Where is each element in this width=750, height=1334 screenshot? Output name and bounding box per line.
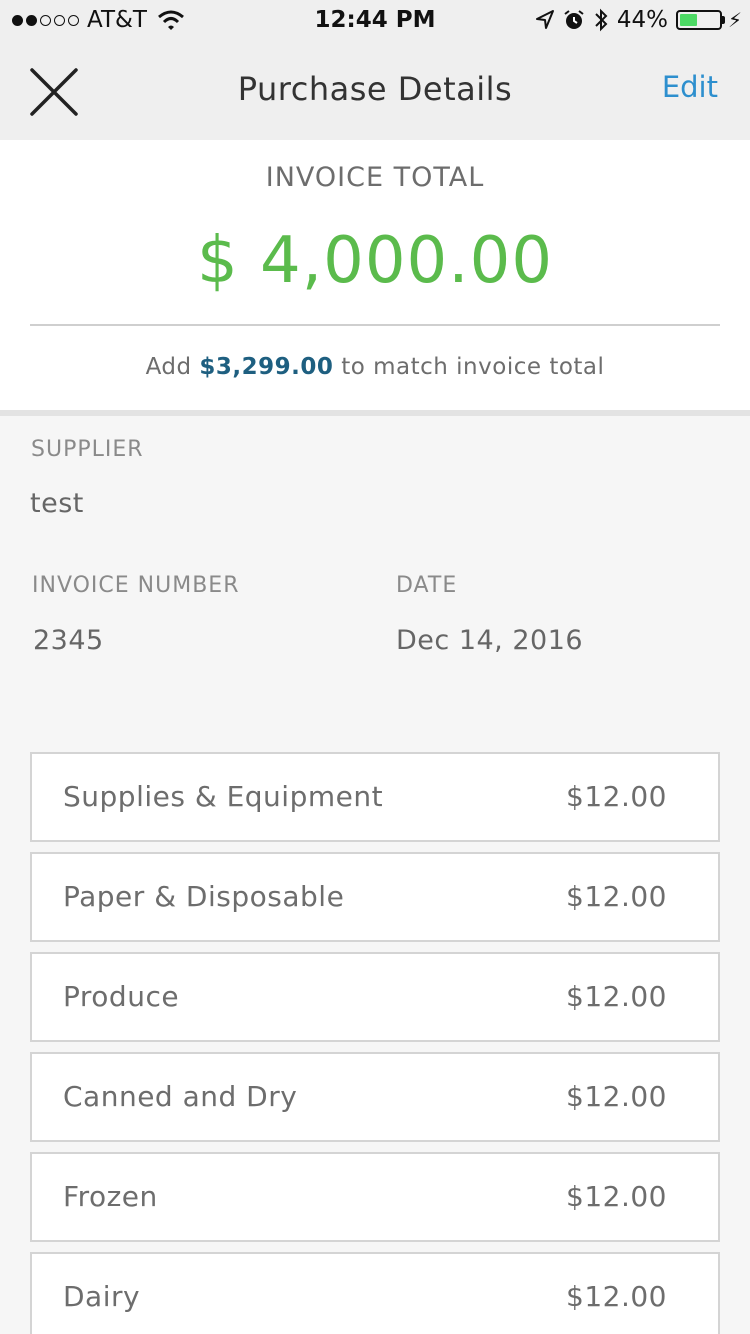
line-item-name: Frozen [63, 1180, 158, 1213]
line-item-price: $12.00 [566, 1080, 667, 1113]
edit-button[interactable]: Edit [662, 70, 718, 104]
supplier-value: test [30, 488, 84, 519]
invoice-total-amount: $ 4,000.00 [196, 224, 554, 298]
line-item-price: $12.00 [566, 880, 667, 913]
alarm-icon [564, 10, 584, 29]
match-invoice-message: Add $3,299.00 to match invoice total [0, 354, 750, 380]
line-item-name: Paper & Disposable [63, 880, 345, 913]
status-bar: AT&T 12:44 PM 44% ⚡ [0, 0, 750, 40]
line-item-price: $12.00 [566, 780, 667, 813]
battery-percent: 44% [616, 7, 668, 33]
date-label: DATE [396, 573, 458, 598]
line-item-name: Supplies & Equipment [63, 780, 384, 813]
match-prefix: Add [145, 354, 192, 380]
date-value: Dec 14, 2016 [396, 625, 584, 656]
nav-bar: Purchase Details Edit [0, 40, 750, 140]
status-right: 44% ⚡ [535, 7, 742, 33]
match-suffix: to match invoice total [341, 354, 605, 380]
invoice-number-value: 2345 [33, 625, 104, 656]
line-item[interactable]: Paper & Disposable $12.00 [30, 852, 720, 942]
page-title: Purchase Details [237, 70, 513, 108]
bluetooth-icon [595, 8, 608, 32]
line-item[interactable]: Supplies & Equipment $12.00 [30, 752, 720, 842]
line-item-price: $12.00 [566, 1280, 667, 1313]
card-separator [0, 410, 750, 416]
invoice-number-label: INVOICE NUMBER [32, 573, 240, 598]
line-item-name: Produce [63, 980, 180, 1013]
battery-icon: ⚡ [675, 8, 742, 32]
match-amount: $3,299.00 [199, 354, 334, 380]
location-arrow-icon [535, 10, 554, 29]
divider [30, 324, 720, 326]
line-item[interactable]: Produce $12.00 [30, 952, 720, 1042]
line-item-price: $12.00 [566, 1180, 667, 1213]
line-item[interactable]: Canned and Dry $12.00 [30, 1052, 720, 1142]
line-item-name: Canned and Dry [63, 1080, 298, 1113]
invoice-total-card: INVOICE TOTAL $ 4,000.00 Add $3,299.00 t… [0, 140, 750, 410]
line-item[interactable]: Frozen $12.00 [30, 1152, 720, 1242]
line-item-name: Dairy [63, 1280, 141, 1313]
supplier-label: SUPPLIER [31, 437, 144, 462]
line-items-list: Supplies & Equipment $12.00 Paper & Disp… [30, 752, 720, 1334]
invoice-total-label: INVOICE TOTAL [265, 162, 485, 193]
line-item[interactable]: Dairy $12.00 [30, 1252, 720, 1334]
line-item-price: $12.00 [566, 980, 667, 1013]
charging-bolt-icon: ⚡ [727, 8, 742, 32]
